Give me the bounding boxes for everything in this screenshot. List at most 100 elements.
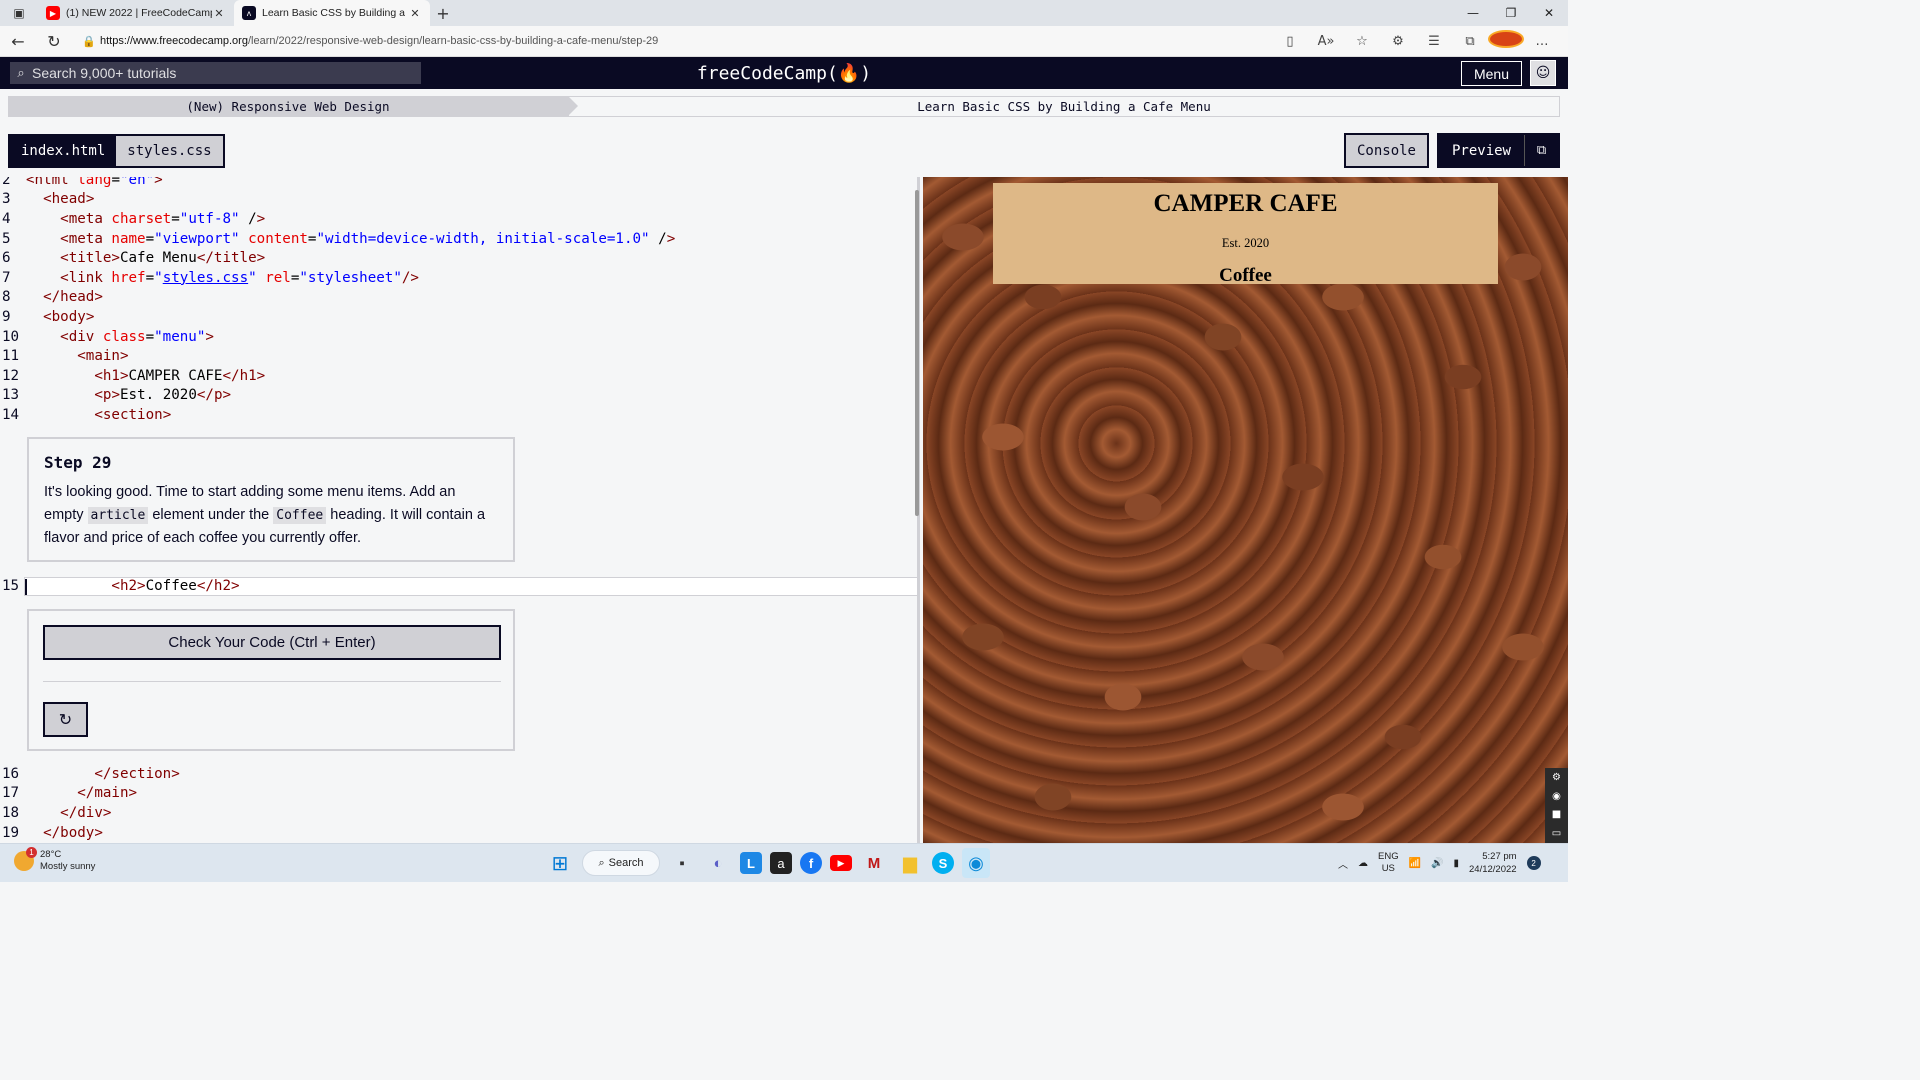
- windows-start-icon[interactable]: ⊞: [546, 848, 574, 878]
- fcc-navbar: ⌕ Search 9,000+ tutorials freeCodeCamp(🔥…: [0, 57, 1568, 89]
- taskbar-search[interactable]: ⌕ Search: [582, 850, 660, 876]
- step-title: Step 29: [44, 453, 112, 472]
- browser-tab-fcc[interactable]: ʌ Learn Basic CSS by Building a Ca ✕: [234, 0, 430, 26]
- line-number: 9: [2, 308, 11, 325]
- code-line[interactable]: 16 </section>: [0, 764, 180, 784]
- search-icon: ⌕: [17, 65, 25, 80]
- code-line[interactable]: 17 </main>: [0, 784, 137, 804]
- breadcrumb-superblock[interactable]: (New) Responsive Web Design: [8, 96, 578, 117]
- popout-icon[interactable]: ⧉: [1524, 135, 1558, 166]
- code-text: </head>: [43, 289, 103, 306]
- line-number: 5: [2, 230, 11, 247]
- console-button[interactable]: Console: [1344, 133, 1429, 168]
- tab-actions-icon[interactable]: ▣: [0, 0, 38, 26]
- tab-styles-css[interactable]: styles.css: [116, 136, 223, 166]
- code-line[interactable]: 13 <p>Est. 2020</p>: [0, 386, 231, 406]
- code-line[interactable]: 8 </head>: [0, 288, 103, 308]
- code-text: </section>: [94, 765, 180, 782]
- date: 24/12/2022: [1469, 864, 1517, 875]
- volume-icon[interactable]: 🔊: [1431, 858, 1443, 869]
- code-line[interactable]: 5 <meta name="viewport" content="width=d…: [0, 229, 675, 249]
- wifi-icon[interactable]: 📶: [1409, 858, 1421, 869]
- address-bar: ← ↻ 🔒 https://www.freecodecamp.org/learn…: [0, 26, 1568, 57]
- code-line[interactable]: 6 <title>Cafe Menu</title>: [0, 248, 265, 268]
- profile-icon[interactable]: [1488, 30, 1524, 52]
- check-code-button[interactable]: Check Your Code (Ctrl + Enter): [43, 625, 501, 660]
- minimize-icon[interactable]: —: [1454, 0, 1492, 26]
- url-field[interactable]: 🔒 https://www.freecodecamp.org/learn/202…: [78, 29, 1272, 53]
- file-explorer-icon[interactable]: ▆: [896, 848, 924, 878]
- clock[interactable]: 5:27 pm 24/12/2022: [1469, 850, 1517, 876]
- collections-icon[interactable]: ⧉: [1452, 34, 1488, 49]
- time: 5:27 pm: [1482, 851, 1517, 862]
- onedrive-icon[interactable]: ☁: [1358, 858, 1368, 869]
- tools-icon[interactable]: ⚙: [1552, 772, 1561, 783]
- read-aloud-icon[interactable]: A»: [1308, 34, 1344, 49]
- notification-badge[interactable]: 2: [1526, 856, 1541, 870]
- restore-icon[interactable]: ❐: [1492, 0, 1530, 26]
- code-line[interactable]: 9 <body>: [0, 307, 94, 327]
- camera-icon[interactable]: ◉: [1552, 791, 1561, 802]
- window-icon[interactable]: ▭: [1552, 828, 1561, 839]
- extensions-icon[interactable]: ⚙: [1380, 34, 1416, 49]
- code-line[interactable]: 14 <section>: [0, 405, 171, 425]
- windows-taskbar: 1 28°C Mostly sunny ⊞ ⌕ Search ▪ ◐ L a f …: [0, 843, 1568, 882]
- task-view-icon[interactable]: ▪: [668, 848, 696, 878]
- browser-tab-youtube[interactable]: ▶ (1) NEW 2022 | FreeCodeCamp: L ✕: [38, 0, 234, 26]
- chevron-up-icon[interactable]: ︿: [1338, 856, 1348, 871]
- line-number: 3: [2, 191, 11, 208]
- code-line[interactable]: 2 <html lang="en">: [0, 177, 163, 190]
- code-line[interactable]: 19 </body>: [0, 823, 103, 843]
- close-tab-icon[interactable]: ✕: [212, 7, 226, 20]
- weather-condition: Mostly sunny: [40, 861, 96, 872]
- language-indicator[interactable]: ENG US: [1378, 851, 1399, 875]
- l-app-icon[interactable]: L: [740, 852, 762, 874]
- refresh-icon[interactable]: ↻: [36, 32, 72, 51]
- new-tab-icon[interactable]: +: [430, 0, 456, 26]
- app-available-icon[interactable]: ▯: [1272, 34, 1308, 49]
- code-editor[interactable]: 2 <html lang="en"> 3 <head> 4 <meta charset…: [0, 177, 920, 843]
- code-line[interactable]: 4 <meta charset="utf-8" />: [0, 209, 265, 229]
- code-line[interactable]: 10 <div class="menu">: [0, 327, 214, 347]
- weather-badge: 1: [26, 847, 37, 858]
- code-text: <div class="menu">: [60, 328, 214, 345]
- breadcrumb-block[interactable]: Learn Basic CSS by Building a Cafe Menu: [568, 96, 1560, 117]
- back-icon[interactable]: ←: [0, 32, 36, 51]
- code-line[interactable]: 3 <head>: [0, 190, 94, 210]
- code-text: </div>: [60, 804, 112, 821]
- reset-icon[interactable]: ↻: [43, 702, 88, 737]
- code-text: <p>Est. 2020</p>: [94, 387, 232, 404]
- code-text: <link href="styles.css" rel="stylesheet"…: [60, 269, 419, 286]
- favorite-star-icon[interactable]: ☆: [1344, 34, 1380, 49]
- favorites-icon[interactable]: ☰: [1416, 34, 1452, 49]
- line-number: 7: [2, 269, 11, 286]
- avatar-icon[interactable]: ☺: [1530, 60, 1556, 86]
- code-line[interactable]: 11 <main>: [0, 346, 129, 366]
- code-line[interactable]: 7 <link href="styles.css" rel="styleshee…: [0, 268, 419, 288]
- skype-icon[interactable]: S: [932, 852, 954, 874]
- line-number: 6: [2, 250, 11, 267]
- preview-heading: CAMPER CAFE: [1153, 190, 1338, 217]
- close-window-icon[interactable]: ✕: [1530, 0, 1568, 26]
- code-line[interactable]: 12 <h1>CAMPER CAFE</h1>: [0, 366, 265, 386]
- search-placeholder: Search 9,000+ tutorials: [32, 65, 177, 81]
- search-input[interactable]: ⌕ Search 9,000+ tutorials: [10, 62, 421, 84]
- editor-scrollbar[interactable]: [915, 190, 919, 516]
- lock-icon: 🔒: [82, 35, 96, 48]
- menu-button[interactable]: Menu: [1461, 61, 1522, 86]
- tab-index-html[interactable]: index.html: [10, 136, 117, 166]
- mcafee-icon[interactable]: M: [860, 848, 888, 878]
- amazon-icon[interactable]: a: [770, 852, 792, 874]
- more-icon[interactable]: …: [1524, 34, 1560, 49]
- video-icon[interactable]: ■: [1552, 809, 1561, 820]
- close-tab-icon[interactable]: ✕: [408, 7, 422, 20]
- teams-chat-icon[interactable]: ◐: [704, 848, 732, 878]
- code-line[interactable]: 18 </div>: [0, 803, 111, 823]
- weather-widget[interactable]: 1 28°C Mostly sunny: [14, 847, 96, 873]
- battery-icon[interactable]: ▮: [1454, 858, 1460, 869]
- edge-icon[interactable]: ◉: [962, 848, 990, 878]
- code-line[interactable]: 15 <h2>Coffee</h2>: [0, 576, 240, 596]
- youtube-icon[interactable]: ▶: [830, 855, 852, 871]
- preview-button[interactable]: Preview: [1439, 135, 1524, 166]
- facebook-icon[interactable]: f: [800, 852, 822, 874]
